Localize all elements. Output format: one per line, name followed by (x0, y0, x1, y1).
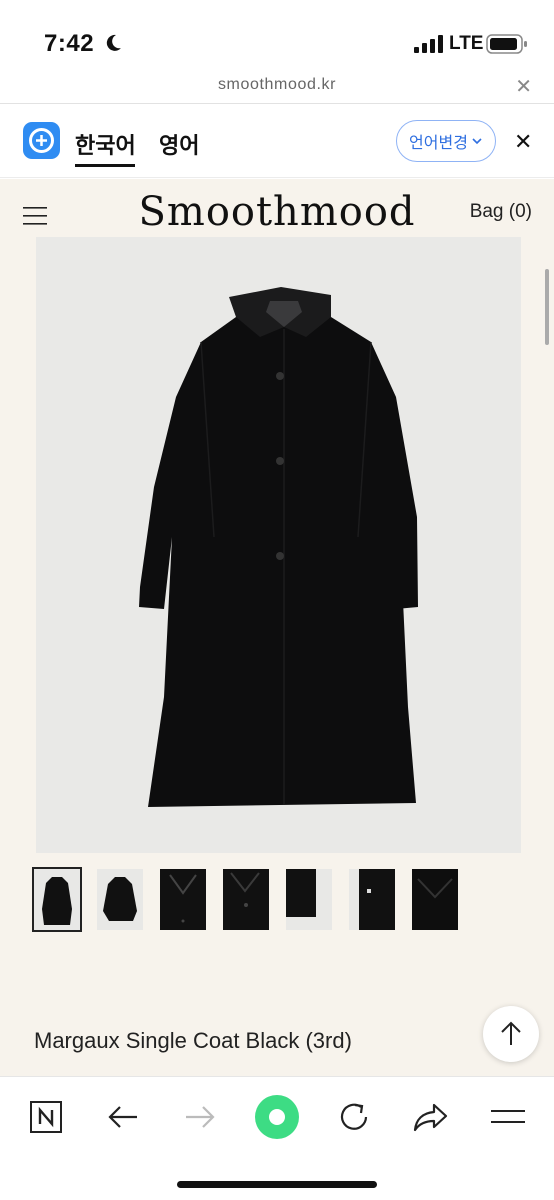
change-language-label: 언어변경 (409, 135, 468, 152)
reload-icon[interactable] (334, 1097, 374, 1137)
scroll-to-top-button[interactable] (483, 1006, 539, 1062)
thumbnail-strip (32, 867, 464, 932)
share-icon[interactable] (410, 1097, 450, 1137)
url-domain[interactable]: smoothmood.kr (0, 76, 554, 94)
thumbnail-4[interactable] (223, 869, 269, 930)
green-dot-icon[interactable] (254, 1094, 300, 1140)
back-arrow-icon[interactable] (103, 1097, 143, 1137)
coat-image (139, 287, 418, 807)
browser-toolbar (0, 1076, 554, 1200)
thumbnail-1[interactable] (32, 867, 82, 932)
bag-link[interactable]: Bag (0) (470, 201, 532, 223)
scrollbar[interactable] (545, 269, 549, 345)
home-indicator (177, 1181, 377, 1188)
thumbnail-5[interactable] (286, 869, 332, 930)
tab-target-language[interactable]: 영어 (159, 128, 199, 160)
forward-arrow-icon[interactable] (180, 1097, 220, 1137)
active-tab-underline (75, 164, 135, 167)
page-content: Smoothmood Bag (0) Margaux Single Coat B… (0, 179, 554, 1076)
close-translate-icon[interactable]: ✕ (514, 129, 532, 155)
thumbnail-3[interactable] (160, 869, 206, 930)
thumbnail-6[interactable] (349, 869, 395, 930)
naver-n-icon[interactable] (26, 1097, 66, 1137)
product-title: Margaux Single Coat Black (3rd) (34, 1028, 352, 1053)
network-type: LTE (449, 33, 484, 54)
moon-icon (106, 34, 121, 51)
translator-logo-icon (23, 122, 60, 159)
status-bar: 7:42 LTE (0, 0, 554, 70)
url-bar[interactable]: smoothmood.kr ✕ (0, 70, 554, 104)
thumbnail-7[interactable] (412, 869, 458, 930)
status-time: 7:42 (44, 30, 95, 57)
battery-icon (486, 34, 527, 54)
product-main-image[interactable] (36, 237, 521, 853)
thumbnail-2[interactable] (97, 869, 143, 930)
arrow-up-icon (501, 1021, 521, 1045)
menu-icon[interactable] (488, 1097, 528, 1137)
chevron-down-icon (472, 138, 482, 145)
close-icon[interactable]: ✕ (515, 74, 532, 99)
change-language-button[interactable]: 언어변경 (396, 120, 496, 162)
translate-bar: 한국어 영어 언어변경 ✕ (0, 104, 554, 178)
tab-source-language[interactable]: 한국어 (75, 128, 136, 160)
signal-icon (414, 35, 443, 53)
